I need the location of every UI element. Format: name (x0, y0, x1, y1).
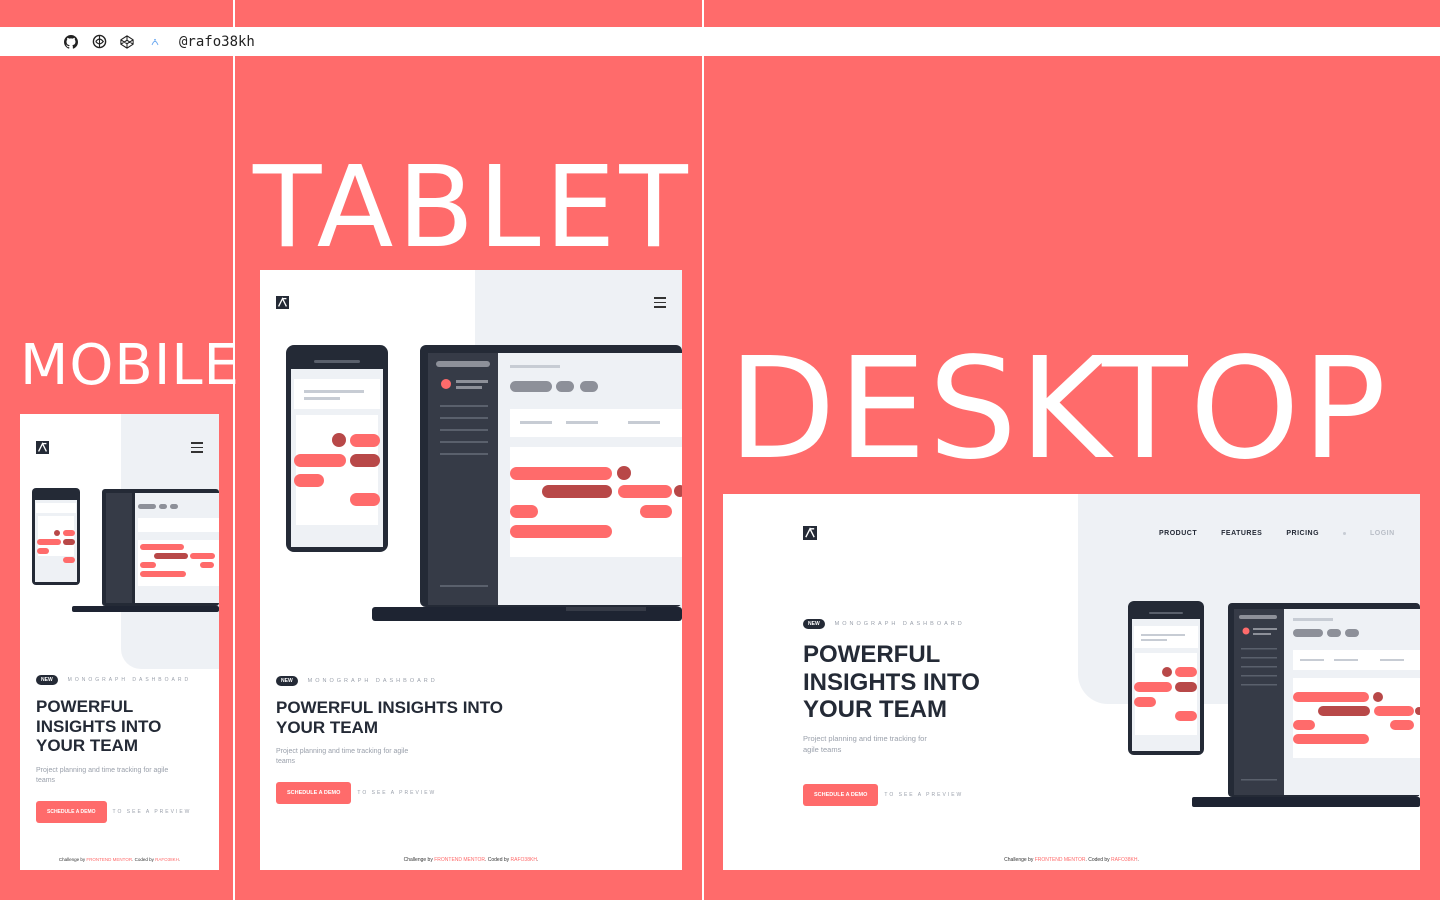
headline: POWERFUL INSIGHTS INTO YOUR TEAM (276, 698, 503, 737)
author-link[interactable]: RAFO38KH (155, 857, 179, 862)
label-desktop: DESKTOP (728, 328, 1389, 491)
eyebrow-label: MONOGRAPH DASHBOARD (834, 621, 965, 627)
subtext: Project planning and time tracking for a… (803, 733, 927, 754)
logo-icon[interactable] (36, 441, 49, 459)
footer: Challenge by FRONTEND MENTOR. Coded by R… (58, 857, 181, 862)
new-badge: NEW (276, 676, 298, 686)
profile-handle[interactable]: @rafo38kh (179, 34, 255, 50)
subtext: Project planning and time tracking for a… (276, 748, 409, 766)
footer: Challenge by FRONTEND MENTOR. Coded by R… (403, 857, 539, 863)
cta-hint: TO SEE A PREVIEW (112, 808, 192, 815)
separator-tablet-desktop (702, 0, 704, 900)
profile-bar: @rafo38kh (0, 27, 1440, 56)
nav-login[interactable]: LOGIN (1370, 530, 1395, 537)
mobile-preview: NEW MONOGRAPH DASHBOARD POWERFUL INSIGHT… (20, 414, 219, 870)
label-mobile: MOBILE (20, 333, 240, 398)
headline: POWERFUL INSIGHTS INTO YOUR TEAM (803, 641, 980, 724)
eyebrow-label: MONOGRAPH DASHBOARD (307, 678, 438, 684)
hamburger-icon[interactable] (654, 297, 666, 311)
label-tablet: TABLET (253, 143, 692, 273)
cta-hint: TO SEE A PREVIEW (357, 790, 437, 797)
nav-product[interactable]: PRODUCT (1159, 530, 1197, 537)
nav-features[interactable]: FEATURES (1221, 530, 1262, 537)
hamburger-icon[interactable] (191, 442, 203, 456)
frontend-mentor-link[interactable]: FRONTEND MENTOR (86, 857, 132, 862)
schedule-demo-button[interactable]: SCHEDULE A DEMO (276, 782, 352, 805)
hero-illustration (286, 345, 682, 621)
eyebrow-label: MONOGRAPH DASHBOARD (67, 677, 192, 683)
headline: POWERFUL INSIGHTS INTO YOUR TEAM (36, 697, 162, 756)
desktop-preview: PRODUCT FEATURES PRICING LOGIN NEW MONOG… (723, 494, 1420, 870)
nav-pricing[interactable]: PRICING (1286, 530, 1319, 537)
main-nav: PRODUCT FEATURES PRICING LOGIN (1159, 530, 1395, 537)
codepen-icon[interactable] (119, 34, 135, 50)
footer: Challenge by FRONTEND MENTOR. Coded by R… (1004, 857, 1139, 863)
nav-separator-dot (1343, 532, 1347, 535)
logo-icon[interactable] (276, 296, 289, 314)
cta-hint: TO SEE A PREVIEW (884, 791, 964, 798)
schedule-demo-button[interactable]: SCHEDULE A DEMO (803, 783, 879, 806)
logo-icon[interactable] (803, 526, 817, 545)
hero-illustration (32, 488, 219, 612)
hero-text: NEW MONOGRAPH DASHBOARD POWERFUL INSIGHT… (36, 675, 211, 823)
hero-text: NEW MONOGRAPH DASHBOARD POWERFUL INSIGHT… (803, 619, 1053, 806)
hero-illustration (1128, 601, 1420, 807)
author-link[interactable]: RAFO38KH (1111, 857, 1137, 863)
frontend-mentor-link[interactable]: FRONTEND MENTOR (434, 857, 485, 863)
hero-text: NEW MONOGRAPH DASHBOARD POWERFUL INSIGHT… (276, 676, 556, 805)
github-icon[interactable] (63, 34, 79, 50)
new-badge: NEW (36, 675, 58, 685)
new-badge: NEW (803, 619, 825, 629)
tablet-preview: NEW MONOGRAPH DASHBOARD POWERFUL INSIGHT… (260, 270, 682, 870)
frontend-mentor-link[interactable]: FRONTEND MENTOR (1035, 857, 1086, 863)
separator-mobile-tablet (233, 0, 235, 900)
subtext: Project planning and time tracking for a… (36, 766, 169, 784)
frontend-mentor-icon[interactable] (91, 34, 107, 50)
schedule-demo-button[interactable]: SCHEDULE A DEMO (36, 800, 107, 823)
author-link[interactable]: RAFO38KH (511, 857, 537, 863)
dev-icon[interactable] (147, 34, 163, 50)
